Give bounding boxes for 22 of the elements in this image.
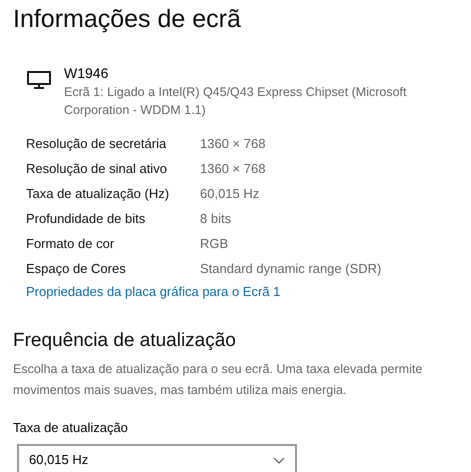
property-value: 1360 × 768 — [200, 134, 266, 153]
page-title: Informações de ecrã — [13, 4, 242, 34]
property-label: Resolução de sinal ativo — [26, 160, 168, 178]
property-label: Resolução de secretária — [26, 134, 168, 153]
property-value: RGB — [200, 234, 228, 253]
dropdown-label: Taxa de atualização — [13, 418, 129, 437]
section-heading: Frequência de atualização — [13, 328, 237, 352]
graphics-properties-link[interactable]: Propriedades da placa gráfica para o Ecrã 1 — [13, 282, 280, 302]
chevron-down-icon — [273, 456, 285, 464]
property-label: Taxa de atualização (Hz) — [26, 184, 170, 203]
property-value: 60,015 Hz — [200, 184, 260, 203]
display-detail: Ecrã 1: Ligado a Intel(R) Q45/Q43 Express Chipset (Microsoft Corporation - WDDM 1.1) — [64, 84, 408, 119]
property-label: Formato de cor — [26, 234, 116, 253]
section-description: Escolha a taxa de atualização para o seu ecrã. Uma taxa elevada permite movimentos mais suaves, mas também utiliza mais energia. — [13, 360, 424, 399]
refresh-rate-dropdown[interactable]: 60,015 Hz — [17, 444, 297, 472]
property-value: 1360 × 768 — [200, 160, 266, 178]
property-label: Espaço de Cores — [26, 260, 127, 278]
property-value: 8 bits — [200, 210, 232, 228]
monitor-icon — [27, 71, 51, 89]
property-label: Profundidade de bits — [26, 210, 146, 228]
display-name: W1946 — [64, 64, 110, 83]
property-value: Standard dynamic range (SDR) — [200, 260, 382, 278]
